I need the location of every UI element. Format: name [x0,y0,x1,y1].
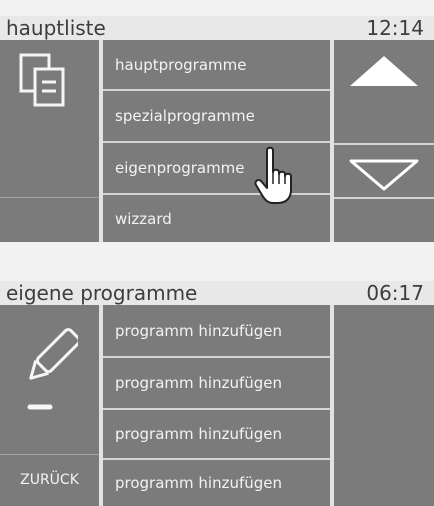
pencil-icon[interactable] [26,321,81,425]
clock: 06:17 [366,281,424,305]
title-bar: eigene programme 06:17 [0,281,434,305]
menu-item-label: eigenprogramme [115,159,245,177]
menu-list: programm hinzufügen programm hinzufügen … [103,305,330,506]
screen-title: eigene programme [6,281,198,305]
menu-item-label: programm hinzufügen [115,425,283,443]
arrow-down-icon[interactable] [348,158,420,196]
divider [334,143,434,145]
menu-item-label: hauptprogramme [115,55,247,74]
scroll-panel [334,305,434,506]
menu-item-spezialprogramme[interactable]: spezialprogramme [103,91,330,141]
documents-icon[interactable] [18,52,74,112]
divider [0,197,99,198]
menu-item-hauptprogramme[interactable]: hauptprogramme [103,40,330,89]
divider [334,197,434,199]
menu-item-label: programm hinzufügen [115,374,283,392]
left-panel: ZURÜCK [0,305,99,506]
arrow-up-icon[interactable] [348,54,420,92]
menu-item-programm-hinzufuegen[interactable]: programm hinzufügen [103,410,330,458]
screen-title: hauptliste [6,16,106,40]
menu-item-label: programm hinzufügen [115,474,283,492]
menu-item-programm-hinzufuegen[interactable]: programm hinzufügen [103,460,330,506]
menu-item-programm-hinzufuegen[interactable]: programm hinzufügen [103,305,330,356]
menu-item-label: spezialprogramme [115,107,255,125]
scroll-panel [334,40,434,242]
left-panel [0,40,99,242]
clock: 12:14 [366,16,424,40]
title-bar: hauptliste 12:14 [0,16,434,40]
hand-pointer-icon [254,146,298,210]
menu-item-label: programm hinzufügen [115,321,283,340]
menu-item-programm-hinzufuegen[interactable]: programm hinzufügen [103,358,330,408]
back-button[interactable]: ZURÜCK [0,455,99,505]
menu-list: hauptprogramme spezialprogramme eigenpro… [103,40,330,242]
menu-item-label: wizzard [115,209,172,228]
screen-hauptliste: hauptliste 12:14 hauptprogramme spezialp… [0,16,434,242]
screen-eigene-programme: eigene programme 06:17 ZURÜCK programm h… [0,281,434,506]
